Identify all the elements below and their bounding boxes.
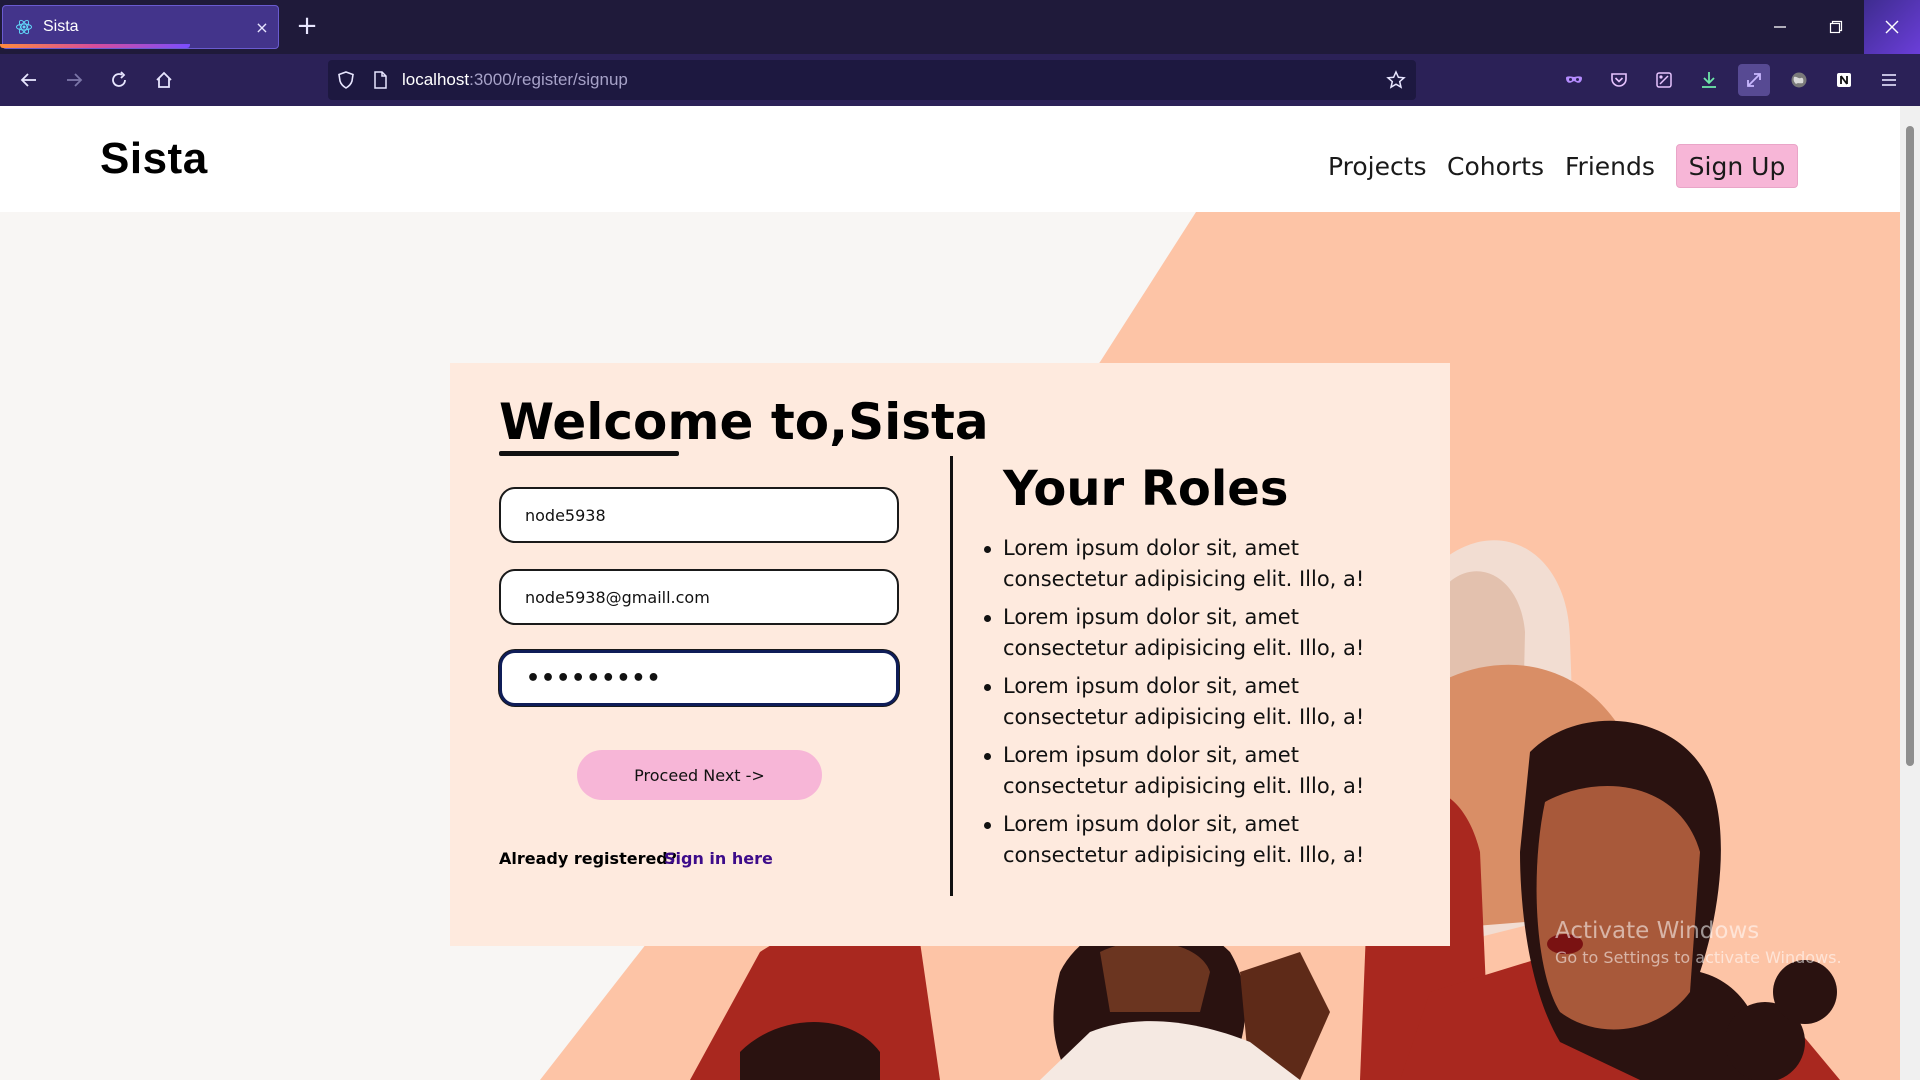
watermark-subtitle: Go to Settings to activate Windows.: [1555, 948, 1842, 967]
nav-link-cohorts[interactable]: Cohorts: [1447, 152, 1544, 181]
sign-in-link[interactable]: Sign in here: [664, 849, 773, 868]
restore-icon[interactable]: [1808, 0, 1864, 54]
url-path: :3000/register/signup: [469, 70, 628, 89]
reload-icon[interactable]: [102, 63, 136, 97]
password-value: •••••••••: [526, 665, 662, 691]
close-icon[interactable]: [1864, 0, 1920, 54]
url-text: localhost:3000/register/signup: [402, 70, 628, 90]
page-icon: [368, 68, 392, 92]
page-viewport: Sista Projects Cohorts Friends Sign Up W…: [0, 106, 1900, 1080]
browser-toolbar: localhost:3000/register/signup: [0, 54, 1920, 106]
notion-icon[interactable]: [1828, 64, 1860, 96]
star-icon[interactable]: [1384, 68, 1408, 92]
minimize-icon[interactable]: [1752, 0, 1808, 54]
list-item: Lorem ipsum dolor sit, amet consectetur …: [984, 740, 1413, 802]
shield-icon[interactable]: [334, 68, 358, 92]
list-item: Lorem ipsum dolor sit, amet consectetur …: [984, 809, 1413, 871]
activate-windows-watermark: Activate Windows Go to Settings to activ…: [1555, 918, 1842, 967]
vertical-divider: [950, 456, 953, 896]
address-bar[interactable]: localhost:3000/register/signup: [328, 60, 1416, 100]
tab-title: Sista: [43, 18, 79, 35]
browser-tab[interactable]: Sista ×: [2, 5, 279, 49]
sign-up-button[interactable]: Sign Up: [1676, 144, 1798, 188]
page-scrollbar[interactable]: [1900, 106, 1920, 1080]
proceed-next-button[interactable]: Proceed Next ->: [577, 750, 822, 800]
site-logo[interactable]: Sista: [100, 134, 208, 184]
home-icon[interactable]: [147, 63, 181, 97]
username-field[interactable]: node5938: [499, 487, 899, 543]
resize-icon[interactable]: [1738, 64, 1770, 96]
signup-card: Welcome to,Sista node5938 node5938@gmail…: [450, 363, 1450, 946]
forward-arrow-icon[interactable]: [57, 63, 91, 97]
url-host: localhost: [402, 70, 470, 89]
welcome-heading: Welcome to,Sista: [499, 393, 989, 451]
extension-icon[interactable]: [1648, 64, 1680, 96]
tab-accent-bar: [0, 44, 190, 48]
list-item: Lorem ipsum dolor sit, amet consectetur …: [984, 533, 1413, 595]
roles-list: Lorem ipsum dolor sit, amet consectetur …: [984, 533, 1413, 878]
nav-link-projects[interactable]: Projects: [1328, 152, 1427, 181]
watermark-title: Activate Windows: [1555, 918, 1760, 944]
roles-heading: Your Roles: [1003, 461, 1289, 517]
site-header: Sista Projects Cohorts Friends Sign Up: [0, 106, 1900, 212]
react-icon: [16, 19, 32, 35]
new-tab-button[interactable]: +: [291, 11, 323, 43]
heading-underline: [499, 451, 679, 456]
username-value: node5938: [525, 505, 606, 525]
already-registered-text: Already registered?: [499, 849, 678, 868]
list-item: Lorem ipsum dolor sit, amet consectetur …: [984, 671, 1413, 733]
download-icon[interactable]: [1693, 64, 1725, 96]
scrollbar-thumb[interactable]: [1906, 126, 1914, 766]
tab-close-icon[interactable]: ×: [246, 18, 278, 37]
list-item: Lorem ipsum dolor sit, amet consectetur …: [984, 602, 1413, 664]
password-field[interactable]: •••••••••: [499, 650, 899, 706]
mask-icon[interactable]: [1558, 64, 1590, 96]
globe-icon[interactable]: [1783, 64, 1815, 96]
email-field[interactable]: node5938@gmaill.com: [499, 569, 899, 625]
pocket-icon[interactable]: [1603, 64, 1635, 96]
nav-link-friends[interactable]: Friends: [1565, 152, 1655, 181]
email-value: node5938@gmaill.com: [525, 587, 710, 607]
back-arrow-icon[interactable]: [12, 63, 46, 97]
browser-tabbar: Sista × +: [0, 0, 1920, 54]
menu-icon[interactable]: [1873, 64, 1905, 96]
